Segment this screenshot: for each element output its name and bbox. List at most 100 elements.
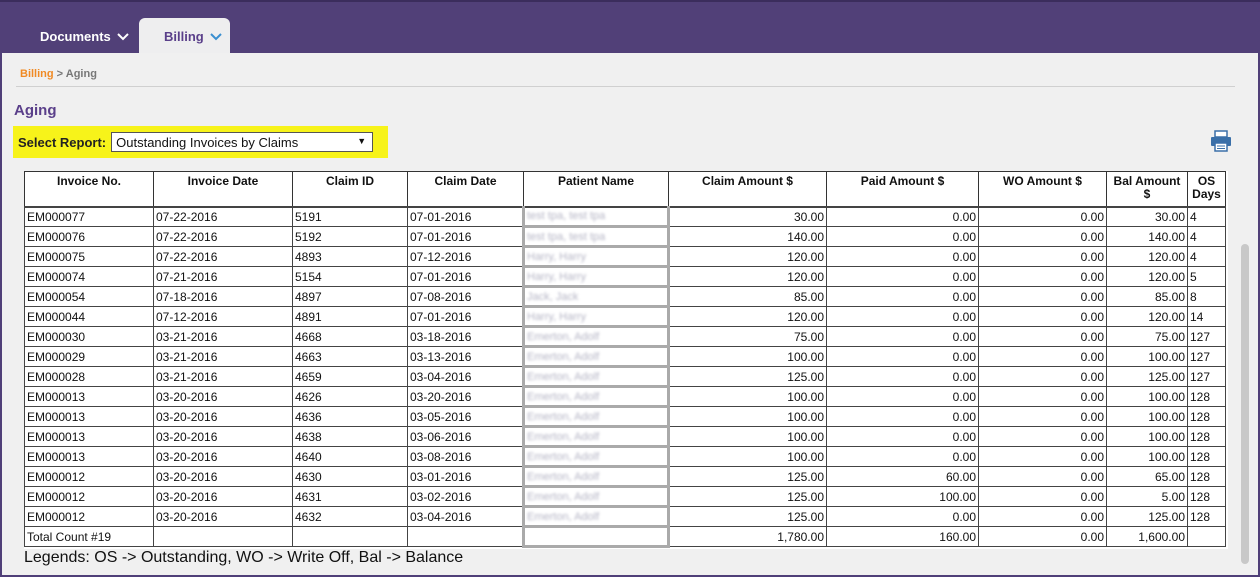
table-cell: 120.00 [668,246,827,267]
table-cell: 0.00 [826,386,979,407]
table-row[interactable]: EM000028 03-21-2016 4659 03-04-2016 Emerton,… [24,366,1226,388]
nav-tab-documents[interactable]: Documents [40,18,129,55]
legend-text: Legends: OS -> Outstanding, WO -> Write … [24,549,464,566]
aging-table: Invoice No. Invoice Date Claim ID Claim Dat… [24,171,1226,548]
column-header: Claim ID [292,171,408,208]
table-cell: 125.00 [668,486,827,507]
breadcrumb-link-billing[interactable]: Billing [20,68,54,80]
breadcrumb: Billing > Aging [20,68,97,80]
table-cell: 07-08-2016 [407,286,524,307]
table-cell: 60.00 [826,466,979,487]
table-row[interactable]: EM000012 03-20-2016 4630 03-01-2016 Emerton,… [24,466,1226,488]
table-cell: EM000076 [24,226,154,247]
table-row[interactable]: EM000075 07-22-2016 4893 07-12-2016 Harry, H… [24,246,1226,268]
table-cell: EM000028 [24,366,154,387]
printer-icon[interactable] [1210,130,1232,157]
table-cell: 4 [1187,246,1226,267]
table-cell: 100.00 [826,486,979,507]
table-cell: 127 [1187,366,1226,387]
table-cell: 4630 [292,466,408,487]
table-row[interactable]: EM000044 07-12-2016 4891 07-01-2016 Harry, H… [24,306,1226,328]
table-row[interactable]: EM000013 03-20-2016 4636 03-05-2016 Emerton,… [24,406,1226,428]
table-row[interactable]: EM000077 07-22-2016 5191 07-01-2016 test tpa… [24,206,1226,228]
table-row[interactable]: EM000076 07-22-2016 5192 07-01-2016 test tpa… [24,226,1226,248]
column-header: Invoice Date [153,171,293,208]
table-cell: 100.00 [1106,446,1188,467]
scrollbar-thumb[interactable] [1241,244,1249,564]
table-cell: 100.00 [668,406,827,427]
table-cell: 125.00 [668,366,827,387]
table-row[interactable]: EM000054 07-18-2016 4897 07-08-2016 Jack, Ja… [24,286,1226,308]
table-row[interactable]: EM000029 03-21-2016 4663 03-13-2016 Emerton,… [24,346,1226,368]
chevron-down-icon [210,32,222,41]
table-cell: 0.00 [978,226,1107,247]
table-row[interactable]: EM000074 07-21-2016 5154 07-01-2016 Harry, H… [24,266,1226,288]
table-header-row: Invoice No. Invoice Date Claim ID Claim Dat… [24,171,1226,208]
table-cell: 03-01-2016 [407,466,524,487]
patient-name-cell: Emerton, Adolf [522,406,670,428]
table-row[interactable]: EM000012 03-20-2016 4631 03-02-2016 Emerton,… [24,486,1226,508]
table-row[interactable]: EM000012 03-20-2016 4632 03-04-2016 Emerton,… [24,506,1226,528]
table-cell: 127 [1187,326,1226,347]
table-cell: 0.00 [826,346,979,367]
table-cell: 85.00 [1106,286,1188,307]
table-cell: 0.00 [826,306,979,327]
table-cell: 120.00 [668,266,827,287]
column-header: OS Days [1187,171,1226,208]
patient-name-cell: Emerton, Adolf [522,506,670,528]
patient-name-cell: Emerton, Adolf [522,366,670,388]
table-row[interactable]: EM000030 03-21-2016 4668 03-18-2016 Emerton,… [24,326,1226,348]
table-row[interactable]: EM000013 03-20-2016 4626 03-20-2016 Emerton,… [24,386,1226,408]
total-cell: 1,780.00 [668,526,827,547]
table-cell: 125.00 [1106,506,1188,527]
aging-table-container: Invoice No. Invoice Date Claim ID Claim Dat… [24,171,1228,549]
table-cell: 03-20-2016 [153,486,293,507]
nav-tab-billing[interactable]: Billing [139,18,230,55]
table-cell: 0.00 [826,406,979,427]
table-cell: 4632 [292,506,408,527]
table-cell: 75.00 [1106,326,1188,347]
nav-tab-documents-label: Documents [40,29,111,44]
breadcrumb-separator: > [56,68,64,80]
table-cell: 07-18-2016 [153,286,293,307]
page-title: Aging [14,102,57,119]
table-cell: 4640 [292,446,408,467]
table-cell: 127 [1187,346,1226,367]
table-cell: 0.00 [978,466,1107,487]
table-row[interactable]: EM000013 03-20-2016 4640 03-08-2016 Emerton,… [24,446,1226,468]
column-header: Claim Date [407,171,524,208]
table-cell: 0.00 [978,486,1107,507]
table-cell: 100.00 [1106,426,1188,447]
table-cell: 100.00 [668,346,827,367]
patient-name-cell: test tpa, test tpa [522,226,670,248]
patient-name-cell: Jack, Jack [522,286,670,308]
table-cell: 128 [1187,466,1226,487]
table-cell: 0.00 [978,386,1107,407]
table-cell: 0.00 [826,246,979,267]
table-cell: 0.00 [978,506,1107,527]
report-select[interactable]: Outstanding Invoices by Claims ▼ [111,132,374,152]
nav-tab-billing-label: Billing [164,29,204,44]
table-cell: 0.00 [978,286,1107,307]
patient-name-cell: Emerton, Adolf [522,326,670,348]
table-cell: EM000030 [24,326,154,347]
table-cell: EM000077 [24,206,154,227]
table-cell: 128 [1187,386,1226,407]
table-cell: EM000013 [24,406,154,427]
table-cell: 03-04-2016 [407,506,524,527]
total-cell [522,526,670,548]
table-cell: 100.00 [668,446,827,467]
table-cell: 4626 [292,386,408,407]
table-cell: 100.00 [1106,406,1188,427]
table-cell: EM000074 [24,266,154,287]
table-cell: 0.00 [826,226,979,247]
table-row[interactable]: EM000013 03-20-2016 4638 03-06-2016 Emerton,… [24,426,1226,448]
total-cell [153,526,293,547]
table-cell: 03-21-2016 [153,326,293,347]
table-cell: EM000075 [24,246,154,267]
total-cell: 1,600.00 [1106,526,1188,547]
table-cell: 5191 [292,206,408,227]
table-cell: 0.00 [826,426,979,447]
column-header: Invoice No. [24,171,154,208]
table-total-row: Total Count #19 1,780.00 160.00 0.00 1,600.0… [24,526,1226,548]
